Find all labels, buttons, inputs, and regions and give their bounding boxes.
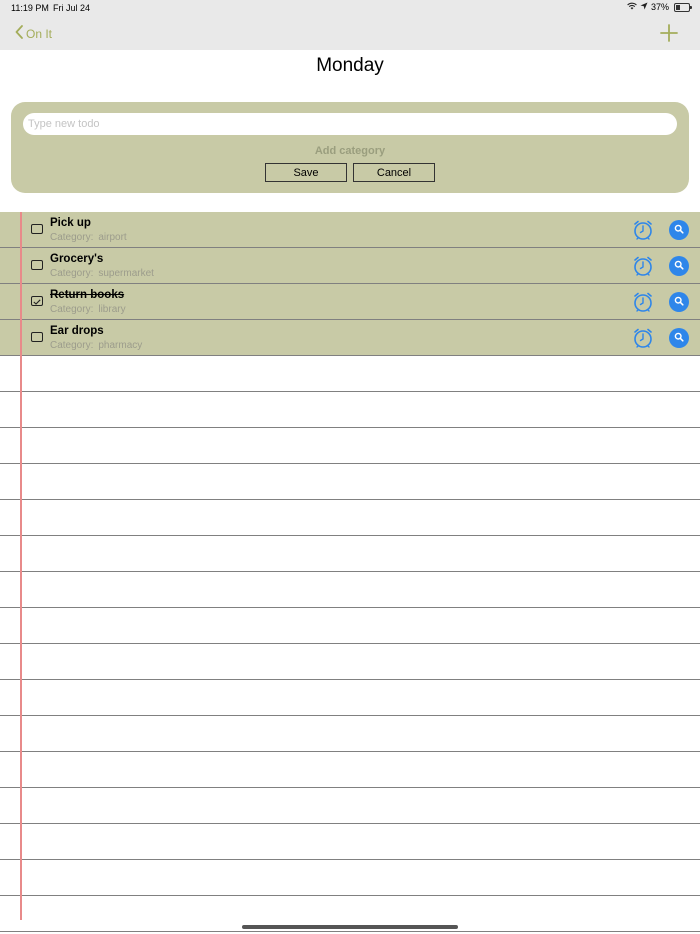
new-todo-input[interactable] [23,113,677,135]
new-todo-card: Add category Save Cancel [11,102,689,193]
todo-checkbox[interactable] [31,296,43,306]
category-label: Category: [50,232,94,243]
alarm-clock-icon[interactable] [632,255,654,282]
todo-checkbox[interactable] [31,332,43,342]
alarm-clock-icon[interactable] [632,291,654,318]
category-value: airport [98,232,127,243]
search-button[interactable] [669,292,689,312]
empty-notebook-line [0,680,700,716]
battery-level-fill [676,4,681,10]
todo-category: Category: supermarket [50,268,154,279]
empty-notebook-line [0,356,700,392]
empty-notebook-line [0,752,700,788]
page-title: Monday [316,55,384,76]
location-icon [640,2,648,12]
empty-notebook-line [0,464,700,500]
add-category-button[interactable]: Add category [11,145,689,157]
battery-percent: 37% [650,2,669,12]
todo-row[interactable]: Grocery's Category: supermarket [0,248,700,284]
category-label: Category: [50,268,94,279]
search-button[interactable] [669,328,689,348]
todo-category: Category: pharmacy [50,340,142,351]
add-todo-button[interactable] [660,24,678,47]
alarm-clock-icon[interactable] [632,219,654,246]
empty-notebook-line [0,788,700,824]
todo-category: Category: library [50,304,126,315]
category-value: supermarket [98,268,154,279]
todo-checkbox[interactable] [31,224,43,234]
empty-notebook-line [0,392,700,428]
search-icon [674,221,684,239]
status-time: 11:19 PM [11,3,49,13]
cancel-button[interactable]: Cancel [353,163,435,182]
back-button[interactable]: On It [15,25,52,42]
todo-row[interactable]: Return books Category: library [0,284,700,320]
search-button[interactable] [669,256,689,276]
todo-title: Return books [50,289,125,301]
home-indicator [242,925,458,929]
todo-category: Category: airport [50,232,127,243]
category-value: pharmacy [98,340,143,351]
empty-notebook-line [0,572,700,608]
chevron-left-icon [15,25,23,42]
empty-notebook-line [0,536,700,572]
search-icon [674,329,684,347]
back-button-label: On It [26,26,53,41]
todo-title: Pick up [50,217,91,229]
todo-title: Grocery's [50,253,104,265]
battery-icon [674,2,692,12]
category-value: library [98,304,126,315]
category-label: Category: [50,340,94,351]
todo-row[interactable]: Pick up Category: airport [0,212,700,248]
todo-checkbox[interactable] [31,260,43,270]
search-button[interactable] [669,220,689,240]
alarm-clock-icon[interactable] [632,327,654,354]
todo-title: Ear drops [50,325,104,337]
notebook-margin-line [20,212,22,920]
wifi-icon [627,2,637,12]
top-bar: 11:19 PM Fri Jul 24 37% On It [0,0,700,50]
todo-list: Pick up Category: airport Grocery's Category… [0,212,700,934]
status-indicators: 37% [627,2,692,12]
plus-icon [660,24,678,46]
empty-notebook-line [0,500,700,536]
empty-notebook-line [0,608,700,644]
empty-notebook-line [0,716,700,752]
empty-notebook-line [0,644,700,680]
checkmark-icon [33,292,41,310]
search-icon [674,293,684,311]
empty-notebook-line [0,428,700,464]
status-date: Fri Jul 24 [53,3,91,13]
empty-notebook-line [0,860,700,896]
save-button[interactable]: Save [265,163,347,182]
search-icon [674,257,684,275]
todo-row[interactable]: Ear drops Category: pharmacy [0,320,700,356]
empty-notebook-line [0,824,700,860]
category-label: Category: [50,304,94,315]
